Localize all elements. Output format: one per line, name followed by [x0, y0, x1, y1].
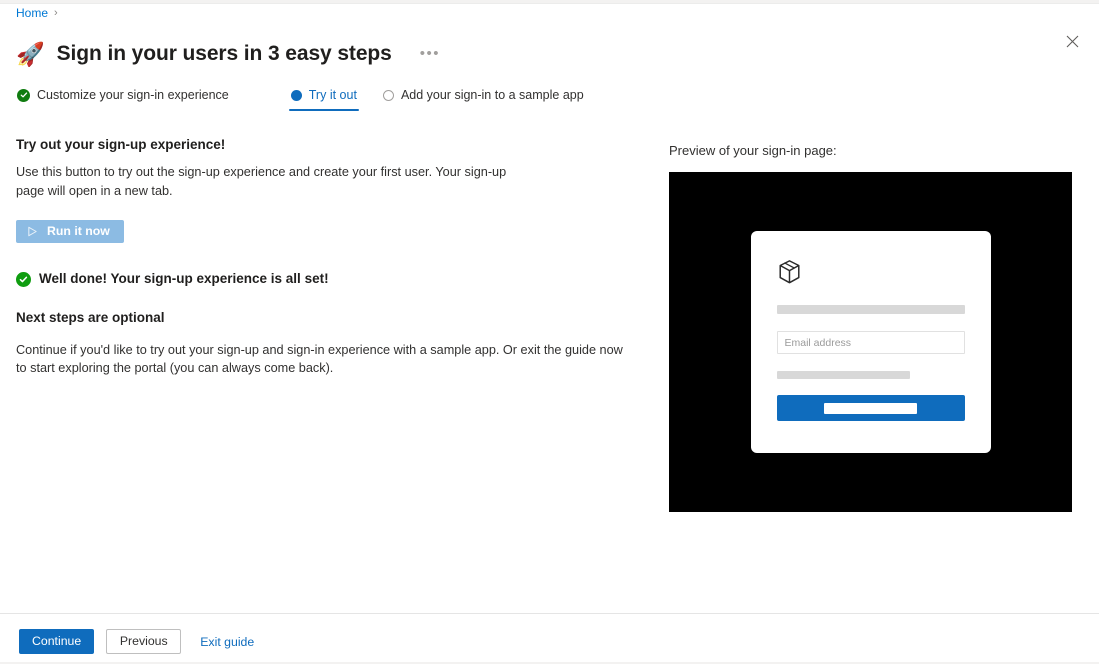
- preview-submit-button[interactable]: [776, 395, 965, 421]
- preview-submit-label-placeholder: [824, 402, 917, 414]
- exit-guide-link[interactable]: Exit guide: [200, 635, 254, 649]
- continue-button[interactable]: Continue: [19, 629, 95, 654]
- step-label: Add your sign-in to a sample app: [400, 88, 584, 102]
- success-message-row: Well done! Your sign-up experience is al…: [16, 270, 641, 288]
- sign-in-preview-panel: Email address: [669, 172, 1072, 512]
- close-button[interactable]: [1061, 30, 1083, 52]
- top-strip: [0, 0, 1099, 4]
- step-pivot: Customize your sign-in experience Try it…: [17, 88, 594, 111]
- cube-box-icon: [777, 259, 965, 285]
- next-steps-heading: Next steps are optional: [16, 310, 165, 325]
- main-content: Try out your sign-up experience! Use thi…: [16, 136, 641, 378]
- run-it-now-button[interactable]: Run it now: [16, 220, 124, 243]
- breadcrumb-separator-icon: ›: [54, 7, 58, 19]
- preview-title-placeholder-bar: [776, 305, 965, 314]
- page-header: 🚀 Sign in your users in 3 easy steps •••: [16, 26, 444, 82]
- empty-circle-icon: [382, 89, 394, 101]
- active-step-underline: [288, 109, 359, 111]
- preview-subtext-placeholder-bar: [776, 371, 910, 379]
- step-label: Customize your sign-in experience: [37, 88, 229, 102]
- footer-divider: [0, 613, 1099, 614]
- preview-sign-in-card: Email address: [750, 231, 991, 453]
- success-message-text: Well done! Your sign-up experience is al…: [39, 271, 329, 286]
- previous-button[interactable]: Previous: [106, 629, 182, 654]
- step-try-it-out[interactable]: Try it out: [283, 88, 365, 111]
- section-body-text: Use this button to try out the sign-up e…: [16, 165, 507, 198]
- step-add-sample-app[interactable]: Add your sign-in to a sample app: [382, 88, 594, 111]
- preview-email-placeholder: Email address: [784, 336, 852, 349]
- page-title: Sign in your users in 3 easy steps: [56, 42, 392, 66]
- breadcrumb-item-home[interactable]: Home: [16, 6, 48, 20]
- footer-actions: Continue Previous Exit guide: [19, 629, 254, 654]
- close-icon: [1066, 35, 1078, 47]
- next-steps-body-text: Continue if you'd like to try out your s…: [16, 342, 623, 376]
- check-circle-icon: [17, 88, 30, 102]
- preview-email-input[interactable]: Email address: [776, 331, 965, 354]
- play-triangle-icon: [28, 226, 37, 237]
- filled-circle-icon: [290, 89, 302, 101]
- preview-label: Preview of your sign-in page:: [669, 143, 837, 158]
- more-options-button[interactable]: •••: [416, 45, 444, 63]
- rocket-icon: 🚀: [16, 41, 45, 68]
- section-heading: Try out your sign-up experience!: [16, 137, 226, 152]
- success-check-icon: [16, 271, 31, 287]
- breadcrumb: Home ›: [16, 6, 58, 20]
- azure-guide-page: Home › 🚀 Sign in your users in 3 easy st…: [0, 0, 1099, 664]
- step-customize-sign-in[interactable]: Customize your sign-in experience: [17, 88, 239, 111]
- step-label: Try it out: [308, 88, 357, 102]
- run-it-now-label: Run it now: [47, 224, 110, 238]
